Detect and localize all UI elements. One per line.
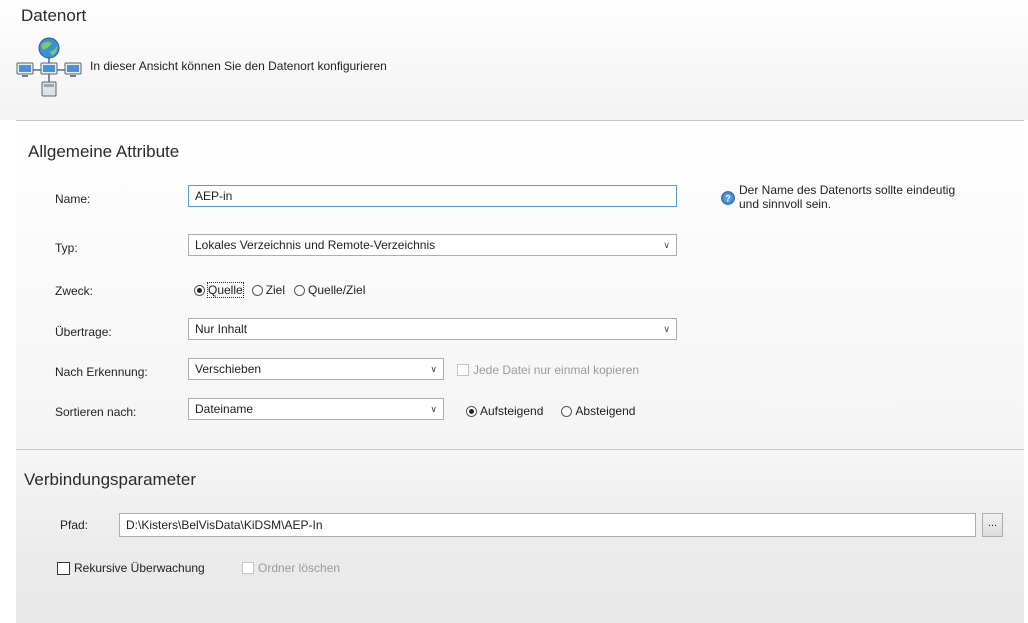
chevron-down-icon: ∨ [663, 324, 670, 334]
purpose-radio-group: Quelle Ziel Quelle/Ziel [194, 282, 365, 298]
transfer-label: Übertrage: [55, 325, 112, 339]
purpose-radio-target[interactable]: Ziel [251, 283, 285, 297]
radio-empty-icon [294, 284, 306, 296]
after-detection-select[interactable]: Verschieben ∨ [188, 358, 444, 380]
sort-order-radio-group: Aufsteigend Absteigend [466, 404, 635, 418]
type-select-value: Lokales Verzeichnis und Remote-Verzeichn… [195, 238, 436, 252]
sort-label: Sortieren nach: [55, 405, 137, 419]
checkbox-empty-icon [242, 562, 254, 574]
radio-selected-icon [466, 405, 477, 417]
radio-selected-icon [194, 284, 205, 296]
name-hint: Der Name des Datenorts sollte eindeutig … [739, 183, 1009, 211]
purpose-radio-both[interactable]: Quelle/Ziel [294, 283, 365, 297]
name-input[interactable]: AEP-in [188, 185, 677, 207]
type-label: Typ: [55, 241, 78, 255]
purpose-radio-source[interactable]: Quelle [194, 282, 244, 298]
sort-radio-ascending[interactable]: Aufsteigend [466, 404, 543, 418]
radio-empty-icon [561, 405, 573, 417]
sort-select-value: Dateiname [195, 402, 254, 416]
chevron-down-icon: ∨ [663, 240, 670, 250]
delete-folder-checkbox[interactable]: Ordner löschen [242, 561, 340, 575]
purpose-label: Zweck: [55, 284, 94, 298]
browse-button[interactable]: ... [982, 513, 1003, 537]
after-detection-label: Nach Erkennung: [55, 365, 148, 379]
path-input[interactable]: D:\Kisters\BelVisData\KiDSM\AEP-In [119, 513, 976, 537]
name-hint-line2: und sinnvoll sein. [739, 197, 832, 211]
radio-empty-icon [251, 284, 263, 296]
recursive-monitoring-checkbox[interactable]: Rekursive Überwachung [57, 561, 205, 575]
chevron-down-icon: ∨ [430, 364, 437, 374]
checkbox-empty-icon [57, 561, 70, 575]
path-label: Pfad: [60, 518, 89, 532]
chevron-down-icon: ∨ [430, 404, 437, 414]
page-title: Datenort [21, 6, 87, 25]
transfer-select[interactable]: Nur Inhalt ∨ [188, 318, 677, 340]
info-icon: ? [721, 191, 735, 205]
copy-once-checkbox[interactable]: Jede Datei nur einmal kopieren [457, 363, 639, 377]
transfer-select-value: Nur Inhalt [195, 322, 248, 336]
checkbox-empty-icon [457, 364, 469, 376]
section-title-connection: Verbindungsparameter [24, 470, 197, 489]
section-title-general: Allgemeine Attribute [28, 142, 180, 161]
type-select[interactable]: Lokales Verzeichnis und Remote-Verzeichn… [188, 234, 677, 256]
name-label: Name: [55, 192, 91, 206]
network-computers-icon [16, 34, 82, 100]
sort-radio-descending[interactable]: Absteigend [561, 404, 635, 418]
page-description: In dieser Ansicht können Sie den Datenor… [90, 59, 387, 73]
after-detection-select-value: Verschieben [195, 362, 262, 376]
svg-text:?: ? [725, 194, 731, 204]
name-hint-line1: Der Name des Datenorts sollte eindeutig [739, 183, 956, 197]
sort-select[interactable]: Dateiname ∨ [188, 398, 444, 420]
general-attributes-section [16, 121, 1024, 449]
